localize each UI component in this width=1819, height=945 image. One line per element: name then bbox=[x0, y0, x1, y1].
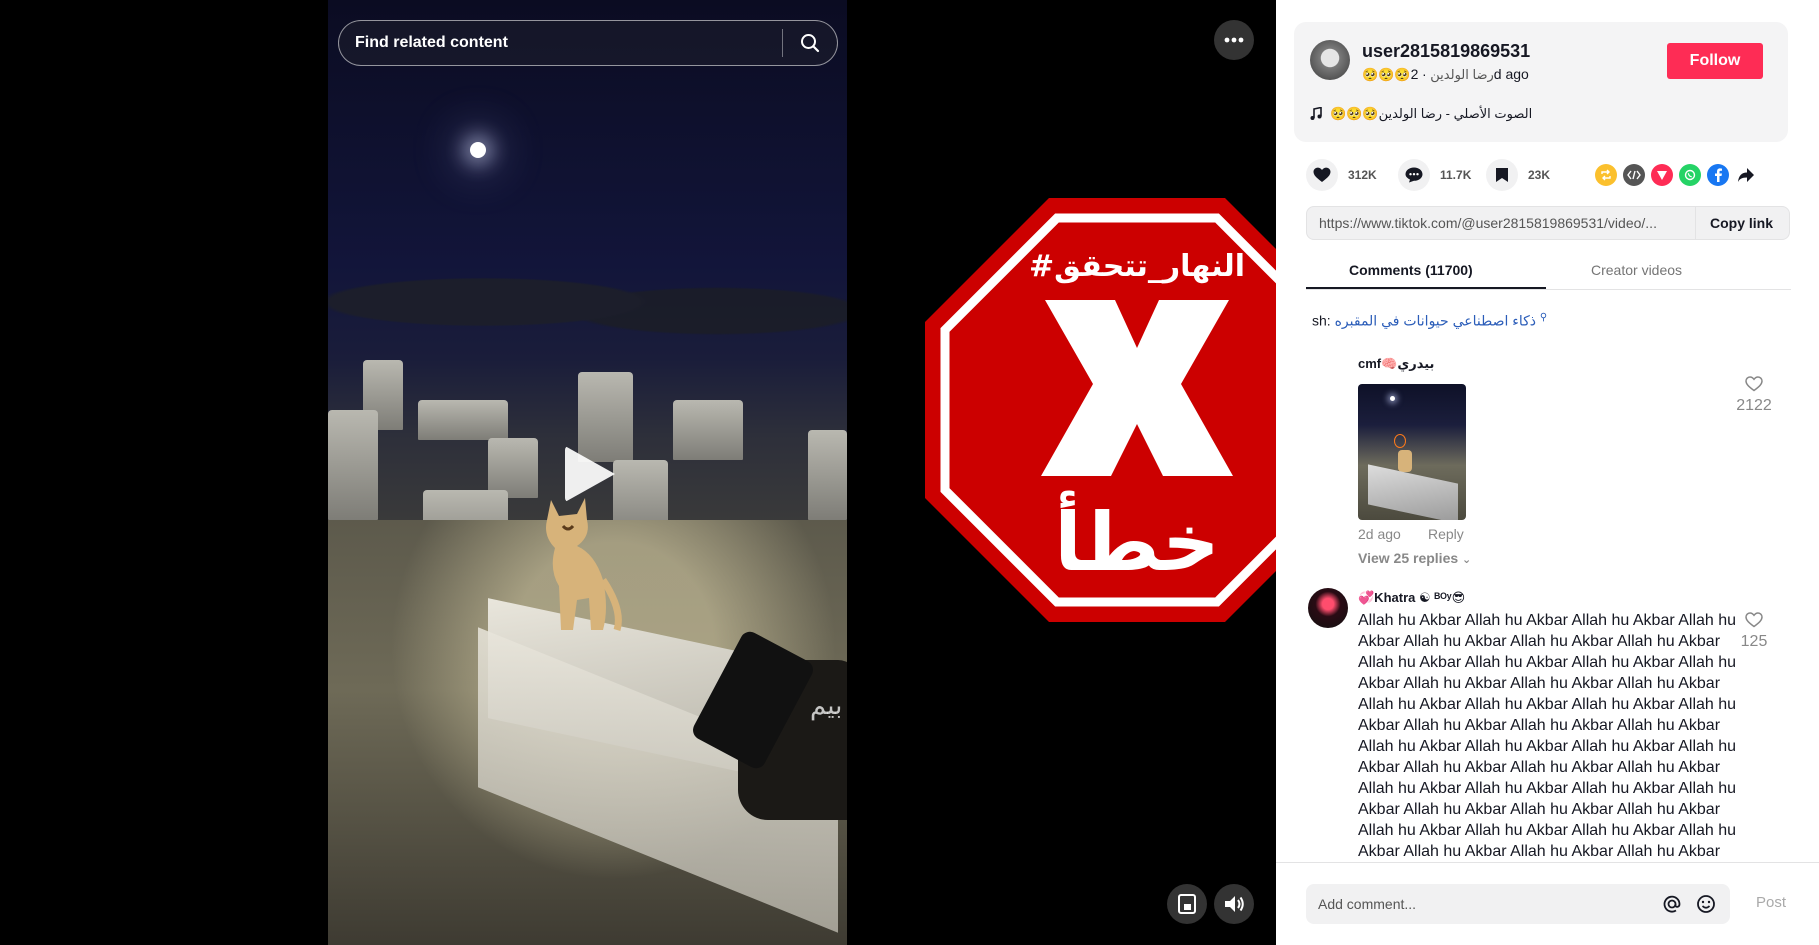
reply-button[interactable]: Reply bbox=[1428, 526, 1464, 542]
tree-silhouette bbox=[328, 248, 847, 338]
tab-comments[interactable]: Comments (11700) bbox=[1349, 262, 1473, 278]
engagement-actions: 312K 11.7K 23K bbox=[1306, 157, 1786, 193]
cat bbox=[1398, 450, 1412, 472]
gravestone bbox=[488, 438, 538, 498]
comment-bubble-icon bbox=[1398, 159, 1430, 191]
comment-image[interactable] bbox=[1358, 384, 1466, 520]
moon bbox=[1390, 396, 1395, 401]
heart-icon bbox=[1306, 159, 1338, 191]
repost-icon[interactable] bbox=[1595, 164, 1617, 186]
save-count: 23K bbox=[1528, 168, 1551, 182]
follow-button[interactable]: Follow bbox=[1667, 43, 1763, 79]
chevron-down-icon: ⌄ bbox=[1462, 554, 1472, 566]
whatsapp-icon[interactable] bbox=[1679, 164, 1701, 186]
send-icon[interactable] bbox=[1651, 164, 1673, 186]
gravestone bbox=[418, 400, 508, 440]
volume-icon bbox=[1225, 896, 1244, 912]
comment-text: Allah hu Akbar Allah hu Akbar Allah hu A… bbox=[1358, 612, 1737, 860]
search-suggestion-query: ذكاء اصطناعي حيوانات في المقبره bbox=[1334, 312, 1536, 329]
moon bbox=[470, 142, 486, 158]
active-tab-indicator bbox=[1306, 287, 1546, 289]
embed-icon[interactable] bbox=[1623, 164, 1645, 186]
comment-action[interactable]: 11.7K bbox=[1398, 157, 1471, 193]
music-note-icon bbox=[1310, 107, 1322, 120]
comment-date: 2d ago bbox=[1358, 526, 1401, 542]
facebook-icon[interactable] bbox=[1707, 164, 1729, 186]
tab-creator-videos[interactable]: Creator videos bbox=[1591, 262, 1682, 278]
video-url[interactable]: https://www.tiktok.com/@user281581986953… bbox=[1307, 215, 1695, 231]
pip-icon bbox=[1178, 894, 1196, 914]
search-suggestion-prefix: sh: bbox=[1312, 312, 1331, 329]
music-link[interactable]: 🥺🥺🥺الصوت الأصلي - رضا الولدين bbox=[1310, 106, 1532, 122]
comment-like-count: 125 bbox=[1740, 633, 1768, 650]
author-nickname: 🥺🥺🥺رضا الولدين bbox=[1362, 67, 1494, 82]
author-meta: 🥺🥺🥺رضا الولدين · 2d ago bbox=[1362, 66, 1529, 83]
search-suggestion[interactable]: sh: ذكاء اصطناعي حيوانات في المقبره ⚲ bbox=[1312, 312, 1547, 330]
mention-icon[interactable] bbox=[1662, 894, 1682, 914]
panel-tabs: Comments (11700) Creator videos bbox=[1306, 256, 1791, 290]
comment-username[interactable]: cmf🧠بيدري bbox=[1358, 356, 1434, 372]
heart-outline-icon bbox=[1745, 376, 1763, 392]
comment-count: 11.7K bbox=[1440, 168, 1472, 182]
composer-icons bbox=[1662, 894, 1730, 914]
save-action[interactable]: 23K bbox=[1486, 157, 1550, 193]
search-separator bbox=[782, 29, 783, 57]
comment-like-button[interactable]: 2122 bbox=[1734, 376, 1774, 415]
author-avatar[interactable] bbox=[1310, 40, 1350, 80]
comment-input[interactable]: Add comment... bbox=[1306, 884, 1730, 924]
music-title: 🥺🥺🥺الصوت الأصلي - رضا الولدين bbox=[1330, 106, 1533, 121]
gravestone bbox=[808, 430, 847, 520]
comments-list: sh: ذكاء اصطناعي حيوانات في المقبره ⚲ cm… bbox=[1276, 300, 1819, 862]
more-options-button[interactable] bbox=[1214, 20, 1254, 60]
search-placeholder: Find related content bbox=[355, 34, 508, 51]
comment-composer: Add comment... Post bbox=[1276, 862, 1819, 945]
comment-like-count: 2122 bbox=[1736, 397, 1772, 414]
like-count: 312K bbox=[1348, 168, 1377, 182]
fact-check-verdict: خطأ bbox=[1054, 491, 1220, 589]
video-link-box: https://www.tiktok.com/@user281581986953… bbox=[1306, 206, 1790, 240]
comment-username[interactable]: 💞Khatra ☯ ᴮᴼʸ😎 bbox=[1358, 590, 1465, 606]
related-content-search[interactable]: Find related content bbox=[338, 20, 838, 66]
volume-button[interactable] bbox=[1214, 884, 1254, 924]
grave-slab bbox=[1368, 464, 1458, 520]
bookmark-icon bbox=[1486, 159, 1518, 191]
commenter-avatar[interactable] bbox=[1308, 588, 1348, 628]
play-icon[interactable] bbox=[565, 446, 615, 502]
share-arrow-icon[interactable] bbox=[1735, 164, 1757, 186]
fact-check-hashtag: #النهار_تتحقق bbox=[1029, 249, 1245, 284]
floating-player-button[interactable] bbox=[1167, 884, 1207, 924]
view-replies-label: View 25 replies bbox=[1358, 550, 1459, 566]
gravestone bbox=[328, 410, 378, 520]
search-suggestion-icon: ⚲ bbox=[1539, 312, 1548, 323]
author-card: user2815819869531 🥺🥺🥺رضا الولدين · 2d ag… bbox=[1294, 22, 1788, 142]
more-icon bbox=[1224, 37, 1244, 43]
emoji-icon[interactable] bbox=[1696, 894, 1716, 914]
details-panel: user2815819869531 🥺🥺🥺رضا الولدين · 2d ag… bbox=[1276, 0, 1819, 945]
heart-outline-icon bbox=[1745, 612, 1763, 628]
comment-like-button[interactable]: 125 bbox=[1734, 612, 1774, 651]
gravestone bbox=[673, 400, 743, 460]
cat bbox=[546, 498, 622, 632]
highlight-circle bbox=[1394, 434, 1406, 448]
search-icon[interactable] bbox=[795, 28, 825, 58]
like-action[interactable]: 312K bbox=[1306, 157, 1377, 193]
copy-link-button[interactable]: Copy link bbox=[1694, 207, 1789, 239]
author-username[interactable]: user2815819869531 bbox=[1362, 41, 1530, 62]
meta-separator: · bbox=[1421, 66, 1427, 82]
comment-placeholder: Add comment... bbox=[1318, 896, 1417, 912]
view-replies-button[interactable]: View 25 replies ⌄ bbox=[1358, 550, 1471, 566]
video-watermark: بيم bbox=[810, 690, 843, 720]
post-button[interactable]: Post bbox=[1756, 894, 1786, 911]
